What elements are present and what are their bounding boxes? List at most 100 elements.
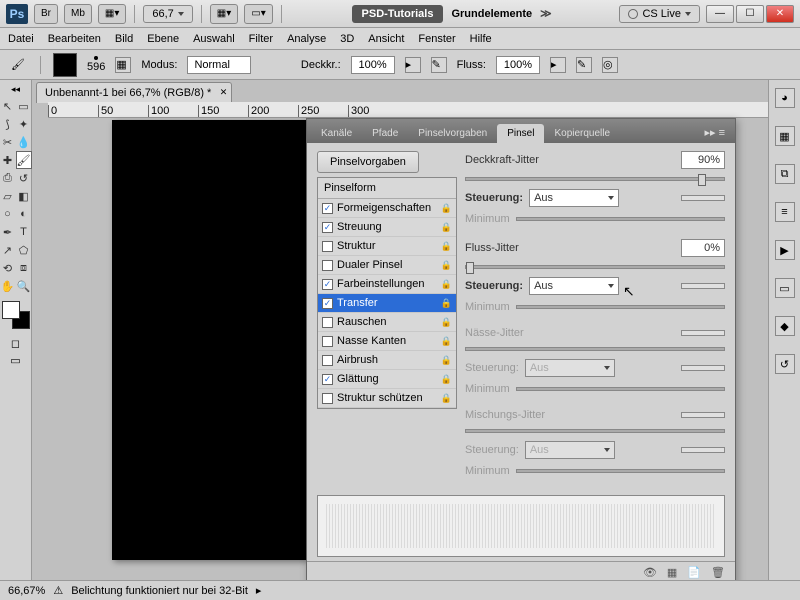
trash-icon[interactable]: 🗑 (711, 566, 725, 579)
tab-pfade[interactable]: Pfade (362, 124, 408, 143)
3d-tool[interactable]: ⟲ (0, 259, 16, 277)
deckkraft-jitter-slider[interactable] (465, 177, 725, 181)
checkbox[interactable] (322, 336, 333, 347)
lock-icon[interactable]: 🔒 (441, 355, 452, 366)
brush-panel-toggle[interactable]: ▦ (115, 57, 131, 73)
adjustments-panel-icon[interactable]: ≡ (775, 202, 795, 222)
move-tool[interactable]: ↖ (0, 97, 16, 115)
tab-pinselvorgaben[interactable]: Pinselvorgaben (408, 124, 497, 143)
status-flyout[interactable]: ▸ (256, 584, 262, 597)
lock-icon[interactable]: 🔒 (441, 393, 452, 404)
deckkraft-flyout[interactable]: ▸ (405, 57, 421, 73)
menu-fenster[interactable]: Fenster (418, 33, 455, 45)
menu-bild[interactable]: Bild (115, 33, 133, 45)
minimize-button[interactable]: — (706, 5, 734, 23)
workspace-label[interactable]: PSD-Tutorials (352, 5, 444, 23)
list-item[interactable]: Dualer Pinsel🔒 (318, 256, 456, 275)
color-swatch[interactable] (53, 53, 77, 77)
list-item-selected[interactable]: Transfer🔒 (318, 294, 456, 313)
list-item[interactable]: Farbeinstellungen🔒 (318, 275, 456, 294)
eraser-tool[interactable]: ▱ (0, 187, 16, 205)
type-tool[interactable]: T (16, 223, 32, 241)
menu-ebene[interactable]: Ebene (147, 33, 179, 45)
workspace-name[interactable]: Grundelemente (451, 8, 532, 20)
menu-filter[interactable]: Filter (249, 33, 273, 45)
list-item[interactable]: Nasse Kanten🔒 (318, 332, 456, 351)
checkbox[interactable] (322, 203, 333, 214)
panel-menu-icon[interactable]: ▸▸ ≡ (698, 122, 731, 143)
list-item[interactable]: Streuung🔒 (318, 218, 456, 237)
steuerung-select[interactable]: Aus (529, 277, 619, 295)
lock-icon[interactable]: 🔒 (441, 222, 452, 233)
arrange-button[interactable]: ▦▾ (210, 4, 238, 24)
stamp-tool[interactable]: ⎙ (0, 169, 16, 187)
brush-tool[interactable]: 🖌 (16, 151, 32, 169)
crop-tool[interactable]: ✂ (0, 133, 16, 151)
menu-auswahl[interactable]: Auswahl (193, 33, 235, 45)
shape-tool[interactable]: ⬠ (16, 241, 32, 259)
lasso-tool[interactable]: ⟆ (0, 115, 16, 133)
checkbox[interactable] (322, 279, 333, 290)
list-item[interactable]: Glättung🔒 (318, 370, 456, 389)
document-tab[interactable]: Unbenannt-1 bei 66,7% (RGB/8) *✕ (36, 82, 232, 103)
pen-tool[interactable]: ✒ (0, 223, 16, 241)
checkbox[interactable] (322, 241, 333, 252)
deckkraft-input[interactable]: 100% (351, 56, 395, 74)
screen-mode-button[interactable]: ▭▾ (244, 4, 272, 24)
3d-cam-tool[interactable]: ⧈ (16, 259, 32, 277)
checkbox[interactable] (322, 374, 333, 385)
status-zoom[interactable]: 66,67% (8, 585, 45, 597)
lock-icon[interactable]: 🔒 (441, 203, 452, 214)
lock-icon[interactable]: 🔒 (441, 298, 452, 309)
lock-icon[interactable]: 🔒 (441, 374, 452, 385)
create-icon[interactable]: 📄 (687, 566, 701, 579)
checkbox[interactable] (322, 260, 333, 271)
bridge-button[interactable]: Br (34, 4, 58, 24)
menu-analyse[interactable]: Analyse (287, 33, 326, 45)
fluss-jitter-slider[interactable] (465, 265, 725, 269)
zoom-tool[interactable]: 🔍 (16, 277, 32, 295)
tab-pinsel[interactable]: Pinsel (497, 124, 544, 143)
brush-preset-picker[interactable]: 596 (87, 56, 105, 73)
checkbox[interactable] (322, 393, 333, 404)
gradient-tool[interactable]: ◧ (16, 187, 32, 205)
view-extras-button[interactable]: ▦▾ (98, 4, 126, 24)
styles-panel-icon[interactable]: ⧉ (775, 164, 795, 184)
path-tool[interactable]: ↗ (0, 241, 16, 259)
airbrush-icon[interactable]: ✎ (576, 57, 592, 73)
fg-bg-colors[interactable] (2, 301, 30, 329)
modus-select[interactable]: Normal (187, 56, 250, 74)
toggle-preview-icon[interactable]: 👁 (643, 566, 657, 579)
close-button[interactable]: ✕ (766, 5, 794, 23)
lock-icon[interactable]: 🔒 (441, 260, 452, 271)
fluss-input[interactable]: 100% (496, 56, 540, 74)
menu-3d[interactable]: 3D (340, 33, 354, 45)
eyedropper-tool[interactable]: 💧 (16, 133, 32, 151)
lock-icon[interactable]: 🔒 (441, 241, 452, 252)
menu-hilfe[interactable]: Hilfe (470, 33, 492, 45)
blur-tool[interactable]: ○ (0, 205, 16, 223)
list-item[interactable]: Formeigenschaften🔒 (318, 199, 456, 218)
zoom-level[interactable]: 66,7 (143, 5, 192, 23)
wand-tool[interactable]: ✦ (16, 115, 32, 133)
maximize-button[interactable]: ☐ (736, 5, 764, 23)
layers-panel-icon[interactable]: ▶ (775, 240, 795, 260)
canvas[interactable] (112, 120, 307, 560)
color-panel-icon[interactable]: ◕ (775, 88, 795, 108)
marquee-tool[interactable]: ▭ (16, 97, 32, 115)
lock-icon[interactable]: 🔒 (441, 317, 452, 328)
paths-panel-icon[interactable]: ◆ (775, 316, 795, 336)
tablet-pressure-icon[interactable]: ◎ (602, 57, 618, 73)
checkbox[interactable] (322, 355, 333, 366)
channels-panel-icon[interactable]: ▭ (775, 278, 795, 298)
list-item[interactable]: Rauschen🔒 (318, 313, 456, 332)
lock-icon[interactable]: 🔒 (441, 336, 452, 347)
checkbox[interactable] (322, 222, 333, 233)
new-preset-icon[interactable]: ▦ (667, 566, 677, 579)
deckkraft-jitter-value[interactable]: 90% (681, 151, 725, 169)
fluss-jitter-value[interactable]: 0% (681, 239, 725, 257)
menu-ansicht[interactable]: Ansicht (368, 33, 404, 45)
collapse-icon[interactable]: ◂◂ (11, 84, 20, 95)
menu-datei[interactable]: Datei (8, 33, 34, 45)
pressure-opacity-icon[interactable]: ✎ (431, 57, 447, 73)
